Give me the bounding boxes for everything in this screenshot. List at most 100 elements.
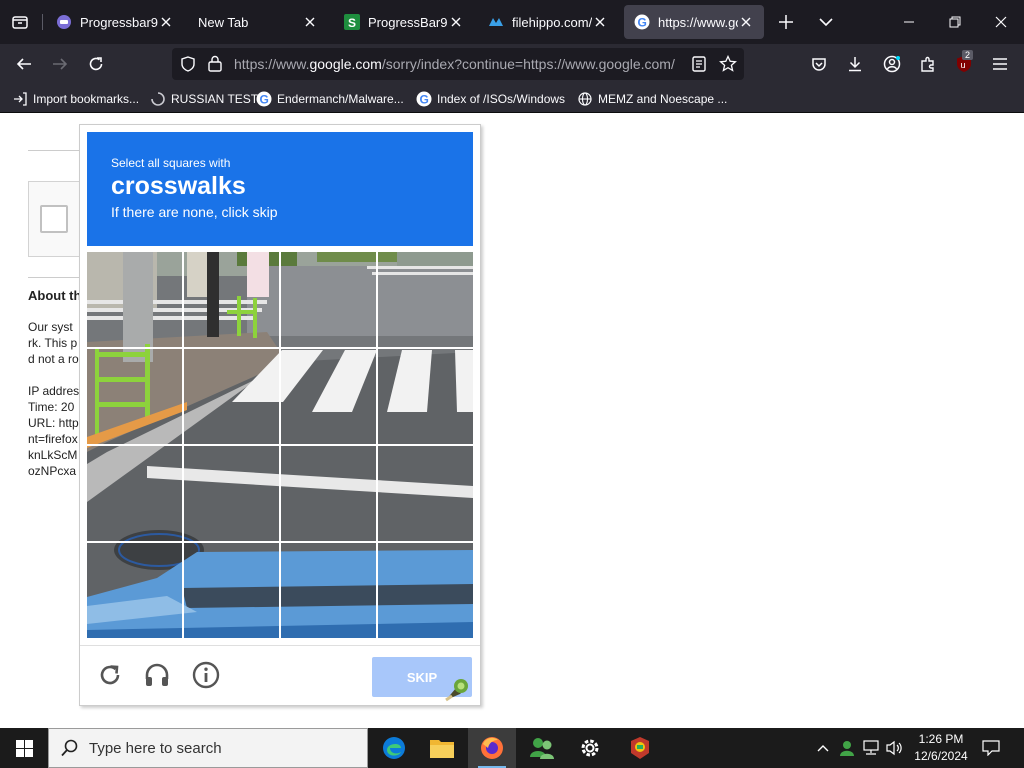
bookmark-label: MEMZ and Noescape ... [598,92,728,106]
grid-tile[interactable] [184,446,279,541]
url-domain: google.com [309,56,382,72]
close-tab-icon[interactable] [302,14,318,30]
bookmark-import[interactable]: Import bookmarks... [12,89,139,109]
taskbar-game[interactable] [616,728,664,768]
taskbar-people[interactable] [518,728,566,768]
bookmark-endermanch[interactable]: G Endermanch/Malware... [256,89,404,109]
start-button[interactable] [0,728,48,768]
grid-tile[interactable] [184,543,279,638]
bookmark-memz[interactable]: MEMZ and Noescape ... [577,89,727,109]
forward-button[interactable] [44,48,76,80]
buster-extension-icon[interactable] [442,674,472,704]
recaptcha-challenge: Select all squares with crosswalks If th… [79,124,481,706]
help-button[interactable] [191,660,221,690]
grid-tile[interactable] [87,543,182,638]
close-tab-icon[interactable] [592,14,608,30]
pocket-button[interactable] [803,48,835,80]
downloads-button[interactable] [839,48,871,80]
close-tab-icon[interactable] [448,14,464,30]
grid-tile[interactable] [87,349,182,444]
volume-icon[interactable] [884,728,906,768]
bookmark-label: Import bookmarks... [33,92,140,106]
account-icon [883,55,901,73]
app-menu-button[interactable] [984,48,1016,80]
extension-badge: 2 [962,50,974,60]
clock-time: 1:26 PM [918,732,964,746]
svg-text:u: u [961,60,966,70]
tab-title: https://www.go [658,14,738,30]
challenge-hint: If there are none, click skip [111,204,278,220]
new-tab-button[interactable] [770,6,802,38]
info-icon [192,661,220,689]
reload-button[interactable] [80,48,112,80]
account-button[interactable] [876,48,908,80]
grid-tile[interactable] [184,349,279,444]
hamburger-menu-icon [993,58,1007,70]
reload-icon [100,665,120,685]
grid-tile[interactable] [378,349,473,444]
show-hidden-icons-button[interactable] [812,728,834,768]
grid-tile[interactable] [378,446,473,541]
taskbar-search-box[interactable]: Type here to search [48,728,368,768]
close-tab-icon[interactable] [158,14,174,30]
notifications-button[interactable] [978,728,1004,768]
grid-tile[interactable] [281,252,376,347]
page-text-line: rk. This p [28,336,78,350]
grid-tile[interactable] [281,543,376,638]
bookmark-index-isos[interactable]: G Index of /ISOs/Windows [416,89,565,109]
taskbar-edge[interactable] [370,728,418,768]
grid-tile[interactable] [281,349,376,444]
page-text-line: Time: 20 [28,400,75,414]
grid-tile[interactable] [87,446,182,541]
tab-title: ProgressBar95 - [368,14,448,30]
restore-button[interactable] [932,0,978,44]
grid-tile[interactable] [184,252,279,347]
close-tab-icon[interactable] [738,14,754,30]
reader-view-icon[interactable] [692,56,706,77]
search-icon [61,739,79,757]
list-all-tabs-button[interactable] [810,6,842,38]
taskbar-firefox[interactable] [468,728,516,768]
taskbar-file-explorer[interactable] [418,728,466,768]
page-text-line: d not a ro [28,352,79,366]
edge-icon [383,737,405,759]
grid-tile[interactable] [281,446,376,541]
tab-new-tab[interactable]: New Tab [188,5,328,39]
tab-progressbar95-sheet[interactable]: S ProgressBar95 - [334,5,474,39]
chevron-up-icon [817,745,829,752]
globe-icon [577,91,593,107]
lock-icon[interactable] [208,55,222,77]
bookmark-star-icon[interactable] [719,54,737,78]
tray-people-icon[interactable] [836,728,858,768]
close-window-button[interactable] [978,0,1024,44]
minimize-button[interactable] [886,0,932,44]
challenge-image-grid [87,252,473,638]
windows-logo-icon [15,739,33,757]
minimize-icon [904,21,914,23]
grid-tile[interactable] [378,543,473,638]
shield-icon[interactable] [180,56,196,77]
reload-challenge-button[interactable] [95,660,125,690]
grid-tile[interactable] [378,252,473,347]
not-a-robot-checkbox[interactable] [40,205,68,233]
audio-challenge-button[interactable] [142,660,172,690]
page-text-line: Our syst [28,320,73,334]
taskbar-settings[interactable] [566,728,614,768]
page-text-line: nt=firefox [28,432,78,446]
taskbar-clock[interactable]: 1:26 PM 12/6/2024 [906,731,976,765]
address-bar[interactable]: https://www.google.com/sorry/index?conti… [172,48,744,80]
back-button[interactable] [8,48,40,80]
plus-icon [779,15,793,29]
challenge-instruction: Select all squares with [111,156,231,170]
network-icon[interactable] [860,728,882,768]
ublock-button[interactable]: u 2 [948,48,980,80]
bookmark-russian-test[interactable]: RUSSIAN TEST [150,89,258,109]
url-text[interactable]: https://www.google.com/sorry/index?conti… [234,56,682,72]
tab-progressbar95[interactable]: Progressbar95 - [46,5,184,39]
extensions-button[interactable] [912,48,944,80]
tab-list-button[interactable] [0,0,40,44]
tab-google-sorry[interactable]: G https://www.go [624,5,764,39]
bookmark-label: Index of /ISOs/Windows [437,92,566,106]
tab-filehippo[interactable]: filehippo.com/d [478,5,618,39]
grid-tile[interactable] [87,252,182,347]
